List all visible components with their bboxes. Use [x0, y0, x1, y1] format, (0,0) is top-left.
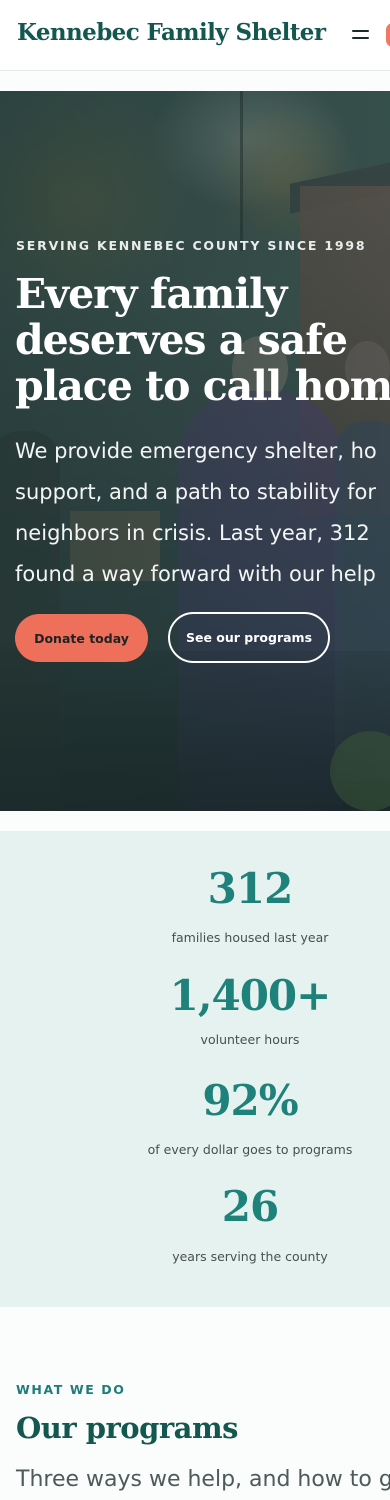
- hero-description-line: neighbors in crisis. Last year, 312: [15, 521, 370, 545]
- programs-section: WHAT WE DO Our programs Three ways we he…: [0, 1307, 390, 1500]
- hero-title: Every family deserves a safe place to ca…: [15, 271, 390, 409]
- stat-label: volunteer hours: [200, 1032, 300, 1047]
- stat-item: 26 years serving the county: [0, 1182, 390, 1265]
- stat-label: years serving the county: [172, 1249, 328, 1264]
- hero-description-line: We provide emergency shelter, ho: [15, 439, 377, 463]
- stat-label: of every dollar goes to programs: [147, 1142, 353, 1157]
- menu-line: [352, 37, 369, 39]
- hero-description-line: found a way forward with our help: [15, 562, 376, 586]
- hero-title-line: Every family: [15, 270, 287, 318]
- hamburger-menu-icon[interactable]: [348, 24, 374, 46]
- stat-item: 92% of every dollar goes to programs: [0, 1076, 390, 1158]
- hero-title-line: place to call home: [15, 362, 390, 410]
- hero-title-line: deserves a safe: [15, 316, 348, 364]
- stat-value: 26: [221, 1182, 279, 1231]
- stat-label: families housed last year: [171, 930, 329, 945]
- stat-item: 312 families housed last year: [0, 864, 390, 946]
- hero-eyebrow: SERVING KENNEBEC COUNTY SINCE 1998: [16, 238, 367, 253]
- stat-value: 1,400+: [169, 971, 332, 1020]
- programs-lead: Three ways we help, and how to g: [16, 1467, 390, 1492]
- programs-title: Our programs: [16, 1411, 238, 1445]
- see-programs-button[interactable]: See our programs: [168, 612, 330, 663]
- programs-eyebrow: WHAT WE DO: [16, 1382, 126, 1397]
- hero-description-line: support, and a path to stability for: [15, 480, 376, 504]
- stat-item: 1,400+ volunteer hours: [0, 971, 390, 1048]
- hero-section: SERVING KENNEBEC COUNTY SINCE 1998 Every…: [0, 91, 390, 811]
- hero-description: We provide emergency shelter, ho support…: [15, 431, 390, 595]
- donate-today-button[interactable]: Donate today: [15, 614, 148, 662]
- menu-line: [352, 30, 369, 32]
- site-header: Kennebec Family Shelter: [0, 0, 390, 71]
- header-donate-button-edge[interactable]: [386, 23, 390, 47]
- stat-value: 92%: [202, 1076, 298, 1125]
- stat-value: 312: [207, 864, 294, 913]
- site-logo-text[interactable]: Kennebec Family Shelter: [17, 19, 326, 46]
- impact-stats-section: 312 families housed last year 1,400+ vol…: [0, 831, 390, 1307]
